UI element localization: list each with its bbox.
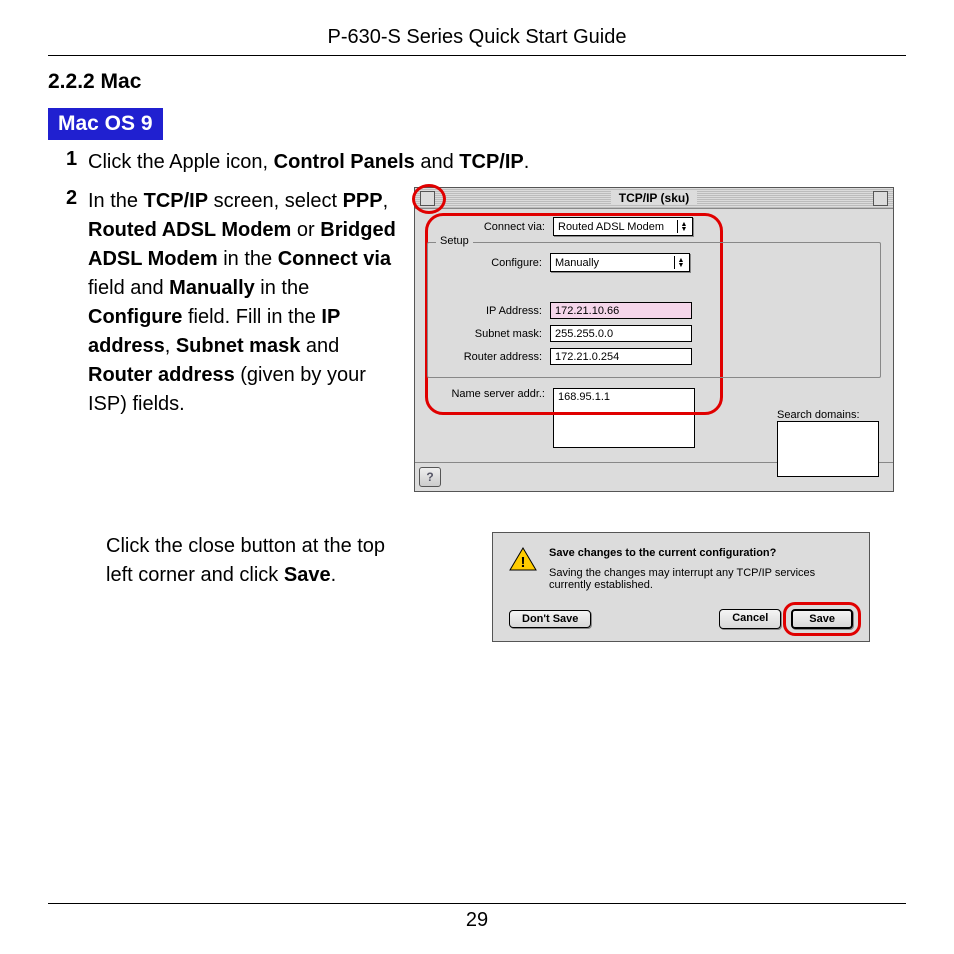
- doc-header: P-630-S Series Quick Start Guide: [48, 20, 906, 56]
- name-server-label: Name server addr.:: [427, 388, 553, 400]
- t: ,: [165, 335, 176, 357]
- setup-legend: Setup: [436, 235, 473, 247]
- help-icon: ?: [426, 470, 433, 484]
- step-text: In the TCP/IP screen, select PPP, Routed…: [88, 187, 398, 419]
- updown-icon: ▲▼: [674, 256, 687, 269]
- subnet-mask-label: Subnet mask:: [434, 328, 550, 340]
- t: and: [300, 335, 339, 357]
- dont-save-button[interactable]: Don't Save: [509, 610, 591, 628]
- configure-label: Configure:: [434, 257, 550, 269]
- section-heading: 2.2.2 Mac: [48, 70, 906, 94]
- configure-dropdown[interactable]: Manually ▲▼: [550, 253, 690, 272]
- search-domains-field[interactable]: [777, 421, 879, 477]
- subnet-mask-field[interactable]: 255.255.0.0: [550, 325, 692, 342]
- t: .: [524, 151, 530, 173]
- close-button[interactable]: [420, 191, 435, 206]
- os-badge: Mac OS 9: [48, 108, 163, 140]
- t: ,: [383, 190, 389, 212]
- t: Save: [284, 564, 331, 586]
- step-1: 1 Click the Apple icon, Control Panels a…: [66, 148, 906, 177]
- dropdown-value: Routed ADSL Modem: [558, 221, 664, 233]
- window-title: TCP/IP (sku): [611, 191, 697, 205]
- footer-rule: [48, 903, 906, 904]
- tcpip-window: TCP/IP (sku) Connect via: Routed ADSL Mo…: [414, 187, 894, 492]
- t: field and: [88, 277, 169, 299]
- t: and: [415, 151, 459, 173]
- connect-via-label: Connect via:: [427, 221, 553, 233]
- updown-icon: ▲▼: [677, 220, 690, 233]
- save-button[interactable]: Save: [791, 609, 853, 629]
- cancel-button[interactable]: Cancel: [719, 609, 781, 629]
- t: TCP/IP: [459, 151, 523, 173]
- setup-group: Setup Configure: Manually ▲▼ IP Addres: [427, 242, 881, 378]
- t: Click the close button at the top left c…: [106, 535, 385, 586]
- help-button[interactable]: ?: [419, 467, 441, 487]
- step-text: Click the Apple icon, Control Panels and…: [88, 148, 529, 177]
- t: or: [291, 219, 320, 241]
- connect-via-dropdown[interactable]: Routed ADSL Modem ▲▼: [553, 217, 693, 236]
- ip-address-label: IP Address:: [434, 305, 550, 317]
- step-number: 2: [66, 187, 88, 492]
- titlebar: TCP/IP (sku): [415, 188, 893, 209]
- t: PPP: [343, 190, 383, 212]
- step-text: Click the close button at the top left c…: [106, 532, 416, 590]
- step-number: 1: [66, 148, 88, 177]
- ip-address-field[interactable]: 172.21.10.66: [550, 302, 692, 319]
- dropdown-value: Manually: [555, 257, 599, 269]
- dialog-title: Save changes to the current configuratio…: [549, 547, 853, 559]
- warning-icon: !: [509, 547, 537, 571]
- zoom-button[interactable]: [873, 191, 888, 206]
- router-address-label: Router address:: [434, 351, 550, 363]
- t: in the: [218, 248, 278, 270]
- t: Manually: [169, 277, 255, 299]
- t: Subnet mask: [176, 335, 300, 357]
- t: screen, select: [208, 190, 343, 212]
- t: Routed ADSL Modem: [88, 219, 291, 241]
- t: TCP/IP: [144, 190, 208, 212]
- t: .: [331, 564, 337, 586]
- router-address-field[interactable]: 172.21.0.254: [550, 348, 692, 365]
- dialog-body: Saving the changes may interrupt any TCP…: [549, 567, 853, 591]
- step-2: 2 In the TCP/IP screen, select PPP, Rout…: [66, 187, 906, 492]
- svg-text:!: !: [521, 554, 526, 571]
- t: Connect via: [278, 248, 391, 270]
- page-number: 29: [0, 909, 954, 932]
- t: field. Fill in the: [182, 306, 321, 328]
- t: Configure: [88, 306, 182, 328]
- name-server-field[interactable]: 168.95.1.1: [553, 388, 695, 448]
- t: in the: [255, 277, 309, 299]
- t: Router address: [88, 364, 235, 386]
- t: Control Panels: [274, 151, 415, 173]
- t: Click the Apple icon,: [88, 151, 274, 173]
- search-domains-label: Search domains:: [777, 409, 879, 421]
- save-dialog: ! Save changes to the current configurat…: [492, 532, 870, 642]
- t: In the: [88, 190, 144, 212]
